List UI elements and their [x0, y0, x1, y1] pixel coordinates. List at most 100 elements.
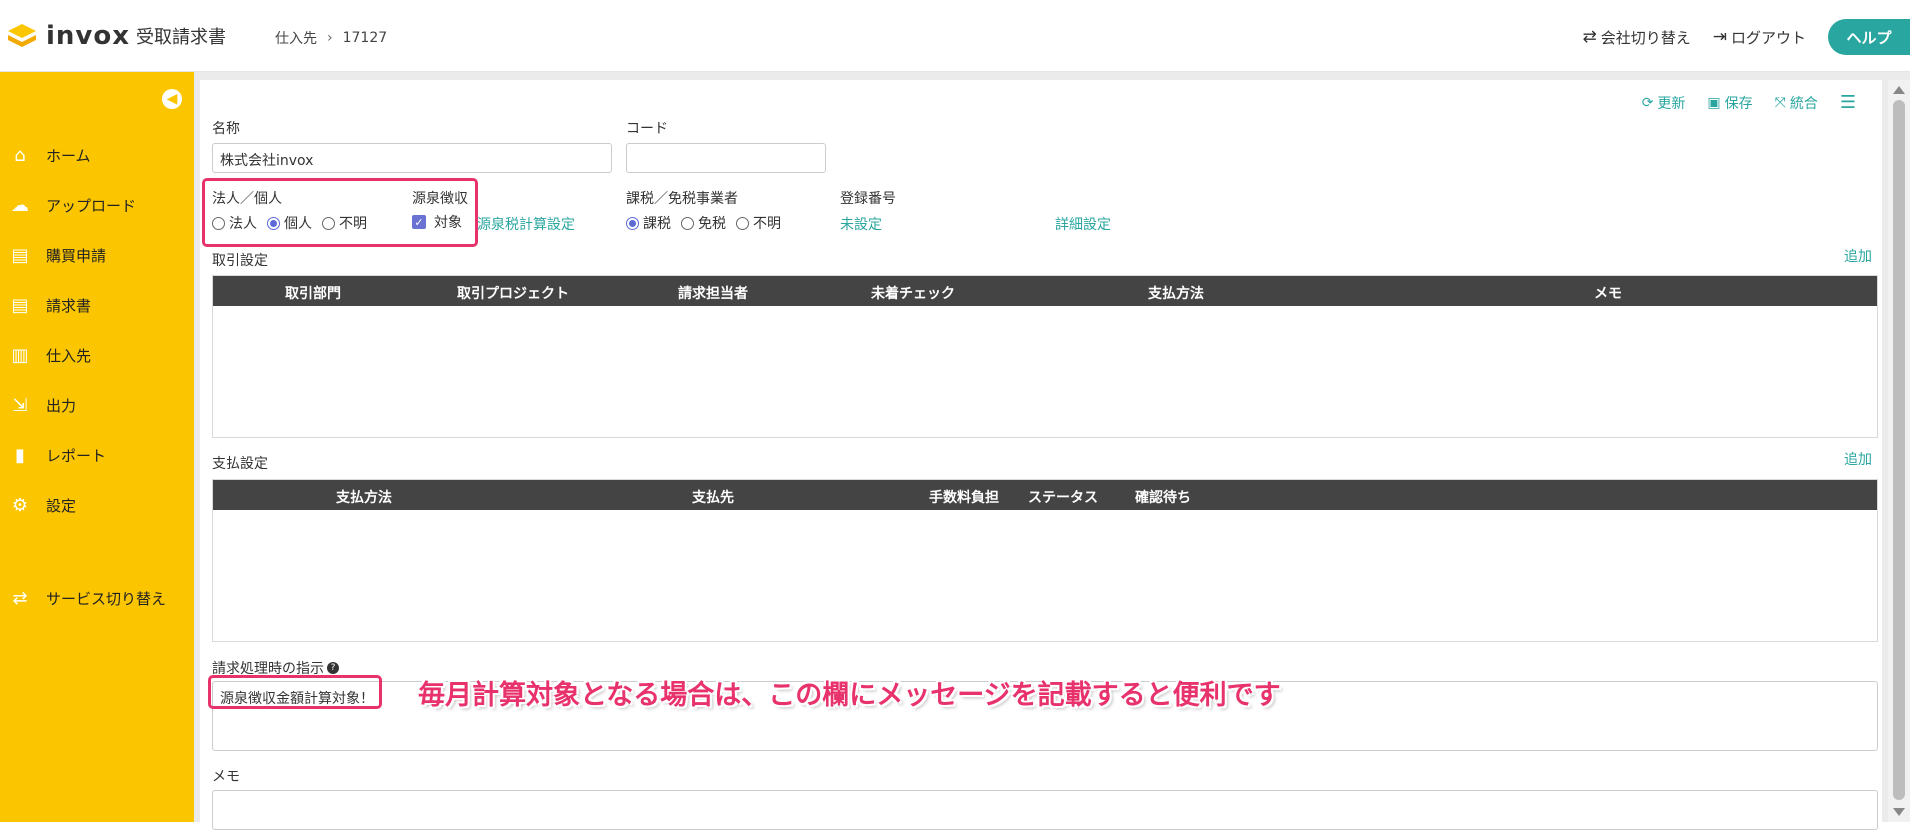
merge-icon: ⤧ [1774, 94, 1786, 111]
document-icon: ▤ [11, 244, 29, 266]
help-button[interactable]: ヘルプ [1828, 19, 1910, 55]
sidebar-item-label: 請求書 [46, 296, 92, 315]
sidebar-item-export[interactable]: ⇲ 出力 [0, 380, 194, 430]
save-button[interactable]: ▣ 保存 [1707, 93, 1752, 113]
sidebar-item-upload[interactable]: ☁ アップロード [0, 180, 194, 230]
name-input[interactable]: 株式会社invox [212, 143, 612, 173]
sidebar-item-label: レポート [46, 446, 107, 465]
building-icon: ▥ [11, 344, 29, 366]
question-icon[interactable]: ? [327, 662, 339, 674]
payment-table-header: 支払方法 支払先 手数料負担 ステータス 確認待ち [213, 480, 1877, 510]
highlight-box-entity-withholding [202, 178, 478, 247]
scroll-thumb[interactable] [1893, 100, 1905, 800]
sidebar-item-report[interactable]: ▮ レポート [0, 430, 194, 480]
scroll-down-icon[interactable] [1893, 808, 1905, 816]
registration-number-link[interactable]: 未設定 [840, 214, 882, 234]
column-header: 支払先 [692, 490, 734, 506]
highlight-box-instruction [208, 675, 382, 709]
registration-number-label: 登録番号 [840, 191, 896, 207]
sidebar-item-suppliers[interactable]: ▥ 仕入先 [0, 330, 194, 380]
chevron-right-icon: › [327, 30, 333, 46]
sidebar-item-label: 仕入先 [46, 346, 92, 365]
export-icon: ⇲ [12, 394, 28, 416]
payment-add-link[interactable]: 追加 [1844, 449, 1872, 469]
home-icon: ⌂ [14, 144, 26, 166]
tax-option-label: 免税 [698, 216, 726, 232]
payment-settings-title: 支払設定 [212, 456, 268, 472]
gear-icon: ⚙ [11, 494, 29, 516]
sidebar-item-purchase-request[interactable]: ▤ 購買申請 [0, 230, 194, 280]
save-icon: ▣ [1707, 94, 1721, 111]
logout-label: ログアウト [1730, 28, 1806, 47]
form-toolbar: ⟳ 更新 ▣ 保存 ⤧ 統合 ☰ [1642, 92, 1856, 113]
column-header: メモ [1594, 286, 1622, 302]
column-header: ステータス [1028, 490, 1098, 506]
code-input[interactable] [626, 143, 826, 173]
memo-textarea[interactable] [212, 790, 1878, 830]
merge-label: 統合 [1789, 95, 1818, 112]
upload-icon: ☁ [11, 194, 29, 216]
breadcrumb-parent[interactable]: 仕入先 [275, 28, 317, 48]
memo-label: メモ [212, 769, 240, 785]
logo-icon [8, 24, 36, 47]
column-header: 取引プロジェクト [457, 286, 569, 302]
logout-icon: ⇥ [1712, 27, 1727, 47]
trade-settings-title: 取引設定 [212, 253, 268, 269]
tax-option-label: 不明 [753, 216, 781, 232]
sidebar-item-label: 購買申請 [46, 246, 107, 265]
column-header: 請求担当者 [678, 286, 748, 302]
column-header: 未着チェック [871, 286, 955, 302]
sidebar-item-settings[interactable]: ⚙ 設定 [0, 480, 194, 530]
sidebar-nav: ⌂ ホーム ☁ アップロード ▤ 購買申請 ▤ 請求書 ▥ 仕入先 ⇲ 出力 ▮… [0, 130, 194, 609]
sidebar-item-invoices[interactable]: ▤ 請求書 [0, 280, 194, 330]
sidebar-item-label: 出力 [46, 396, 77, 415]
payment-settings-table: 支払方法 支払先 手数料負担 ステータス 確認待ち [212, 479, 1878, 642]
sidebar-item-service-switch[interactable]: ⇄ サービス切り替え [0, 573, 166, 623]
tax-radio-taxable[interactable] [626, 216, 639, 230]
app-logo[interactable]: invox 受取請求書 [6, 20, 226, 52]
document-icon: ▤ [11, 294, 29, 316]
logout-button[interactable]: ⇥ ログアウト [1713, 27, 1806, 48]
switch-company-label: 会社切り替え [1600, 28, 1691, 47]
tax-radio-unknown[interactable] [736, 216, 749, 230]
sidebar-item-label: 設定 [46, 496, 77, 515]
column-header: 確認待ち [1135, 490, 1191, 506]
column-header: 支払方法 [1148, 286, 1204, 302]
top-actions: ⇄ 会社切り替え ⇥ ログアウト ヘルプ [1582, 19, 1910, 55]
scroll-up-icon[interactable] [1893, 86, 1905, 94]
merge-button[interactable]: ⤧ 統合 [1775, 93, 1818, 113]
trade-table-header: 取引部門 取引プロジェクト 請求担当者 未着チェック 支払方法 メモ [213, 276, 1877, 306]
tax-status-label: 課税／免税事業者 [626, 191, 738, 207]
tax-option-label: 課税 [643, 216, 671, 232]
logo-subtitle: 受取請求書 [136, 27, 227, 48]
refresh-icon: ⟳ [1641, 94, 1654, 111]
trade-add-link[interactable]: 追加 [1844, 246, 1872, 266]
vertical-scrollbar[interactable] [1888, 80, 1910, 822]
sidebar-item-label: アップロード [46, 196, 137, 215]
top-bar: invox 受取請求書 仕入先 › 17127 ⇄ 会社切り替え ⇥ ログアウト… [0, 0, 1910, 72]
save-label: 保存 [1724, 95, 1753, 112]
column-header: 取引部門 [285, 286, 341, 302]
collapse-sidebar-icon[interactable]: ◀ [162, 89, 182, 109]
sidebar-item-home[interactable]: ⌂ ホーム [0, 130, 194, 180]
menu-icon[interactable]: ☰ [1840, 92, 1856, 113]
logo-text: invox [46, 21, 131, 51]
refresh-button[interactable]: ⟳ 更新 [1642, 93, 1686, 113]
column-header: 支払方法 [336, 490, 392, 506]
sidebar-item-label: ホーム [46, 146, 91, 165]
switch-icon: ⇄ [12, 587, 28, 609]
column-header: 手数料負担 [929, 490, 999, 506]
detail-settings-link[interactable]: 詳細設定 [1055, 214, 1111, 234]
tax-radio-exempt[interactable] [681, 216, 694, 230]
withholding-settings-link[interactable]: 源泉税計算設定 [477, 214, 575, 234]
refresh-label: 更新 [1657, 95, 1686, 112]
code-label: コード [626, 121, 668, 137]
switch-company-button[interactable]: ⇄ 会社切り替え [1582, 27, 1690, 48]
name-label: 名称 [212, 121, 240, 137]
tax-status-radio-group: 課税 免税 不明 [620, 213, 781, 233]
breadcrumb-current: 17127 [342, 30, 388, 46]
sidebar-item-label: サービス切り替え [46, 589, 167, 608]
trade-settings-table: 取引部門 取引プロジェクト 請求担当者 未着チェック 支払方法 メモ [212, 275, 1878, 438]
switch-icon: ⇄ [1582, 27, 1597, 47]
annotation-callout: 毎月計算対象となる場合は、この欄にメッセージを記載すると便利です [418, 680, 1281, 711]
